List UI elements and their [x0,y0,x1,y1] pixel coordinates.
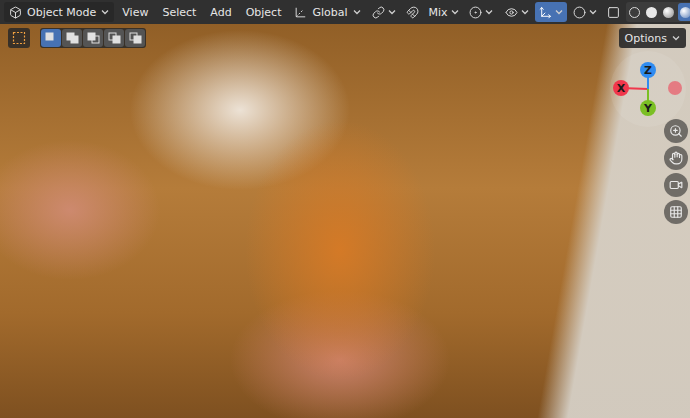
select-set-button[interactable] [41,29,61,47]
wireframe-shading-button[interactable] [627,3,643,21]
magnet-icon [406,6,419,19]
xray-icon [607,6,620,19]
select-box-tool[interactable] [8,28,30,48]
select-mode-icon [107,31,121,45]
select-mode-icon [86,31,100,45]
tool-settings-row: Options [0,24,690,48]
camera-button[interactable] [664,173,688,197]
menu-bar: ViewSelectAddObject [116,2,287,22]
overlay-icon [573,6,586,19]
tool-label: Mix [429,6,448,19]
chevron-down-icon [101,9,109,15]
chevron-down-icon [672,35,680,41]
menu-item[interactable]: Object [240,2,288,22]
shading-sphere-icon [629,7,640,18]
snap-target-button[interactable]: Mix [425,2,463,22]
select-mode-icon [128,31,142,45]
shading-sphere-icon [680,7,690,18]
negative-x-axis[interactable] [668,81,682,95]
select-extend-button[interactable] [62,29,82,47]
svg-text:Y: Y [643,102,653,115]
overlay-button[interactable] [569,2,601,22]
view-tools [501,2,624,22]
options-label: Options [625,32,667,45]
select-mode-icon [65,31,79,45]
menu-item[interactable]: Add [204,2,237,22]
hand-icon [669,151,683,165]
gizmo-icon [539,6,552,19]
chevron-down-icon [555,9,563,15]
navigation-buttons [664,119,688,224]
zoom-button[interactable] [664,119,688,143]
viewport-header: Object Mode ViewSelectAddObject Global Mix [0,0,690,24]
svg-text:Z: Z [644,64,652,77]
link-icon [372,6,385,19]
orientation-icon [294,6,307,19]
menu-item[interactable]: Select [156,2,202,22]
snap-button[interactable] [402,2,423,22]
gizmo-axis[interactable]: Z [640,62,656,78]
transform-tools: Mix [368,2,497,22]
gizmo-button[interactable] [535,2,567,22]
shading-sphere-icon [663,7,674,18]
select-intersect-button[interactable] [125,29,145,47]
object-mode-icon [9,6,22,19]
chevron-down-icon [388,9,396,15]
proportional-icon [469,6,482,19]
select-box-icon [12,31,26,45]
pan-button[interactable] [664,146,688,170]
select-subtract-button[interactable] [83,29,103,47]
select-mode-icon [44,31,58,45]
menu-item[interactable]: View [116,2,154,22]
ortho-button[interactable] [664,200,688,224]
3d-viewport[interactable]: Object ModeViewSelectAddObjectGlobalMixO… [0,0,690,418]
camera-icon [669,178,683,192]
shading-mode-group [626,2,690,22]
chevron-down-icon [521,9,529,15]
proportional-button[interactable] [465,2,497,22]
chevron-down-icon [353,9,361,15]
options-dropdown[interactable]: Options [619,28,686,48]
gizmo-axis[interactable]: X [613,80,629,96]
rendered-shading-button[interactable] [678,3,690,21]
chevron-down-icon [485,9,493,15]
gizmo-axis[interactable]: Y [640,100,656,116]
chevron-down-icon [451,9,459,15]
mode-dropdown[interactable]: Object Mode [4,2,114,22]
pivot-button[interactable] [368,2,400,22]
grid-icon [669,205,683,219]
orientation-label: Global [312,6,347,19]
xray-button[interactable] [603,2,624,22]
shading-sphere-icon [646,7,657,18]
zoom-icon [669,124,683,138]
material-shading-button[interactable] [661,3,677,21]
select-mode-group [40,28,146,48]
visibility-button[interactable] [501,2,533,22]
shading-controls [626,2,690,22]
svg-text:X: X [617,82,626,95]
solid-shading-button[interactable] [644,3,660,21]
eye-icon [505,6,518,19]
chevron-down-icon [589,9,597,15]
orientation-dropdown[interactable]: Global [289,2,365,22]
mode-label: Object Mode [27,6,96,19]
select-difference-button[interactable] [104,29,124,47]
